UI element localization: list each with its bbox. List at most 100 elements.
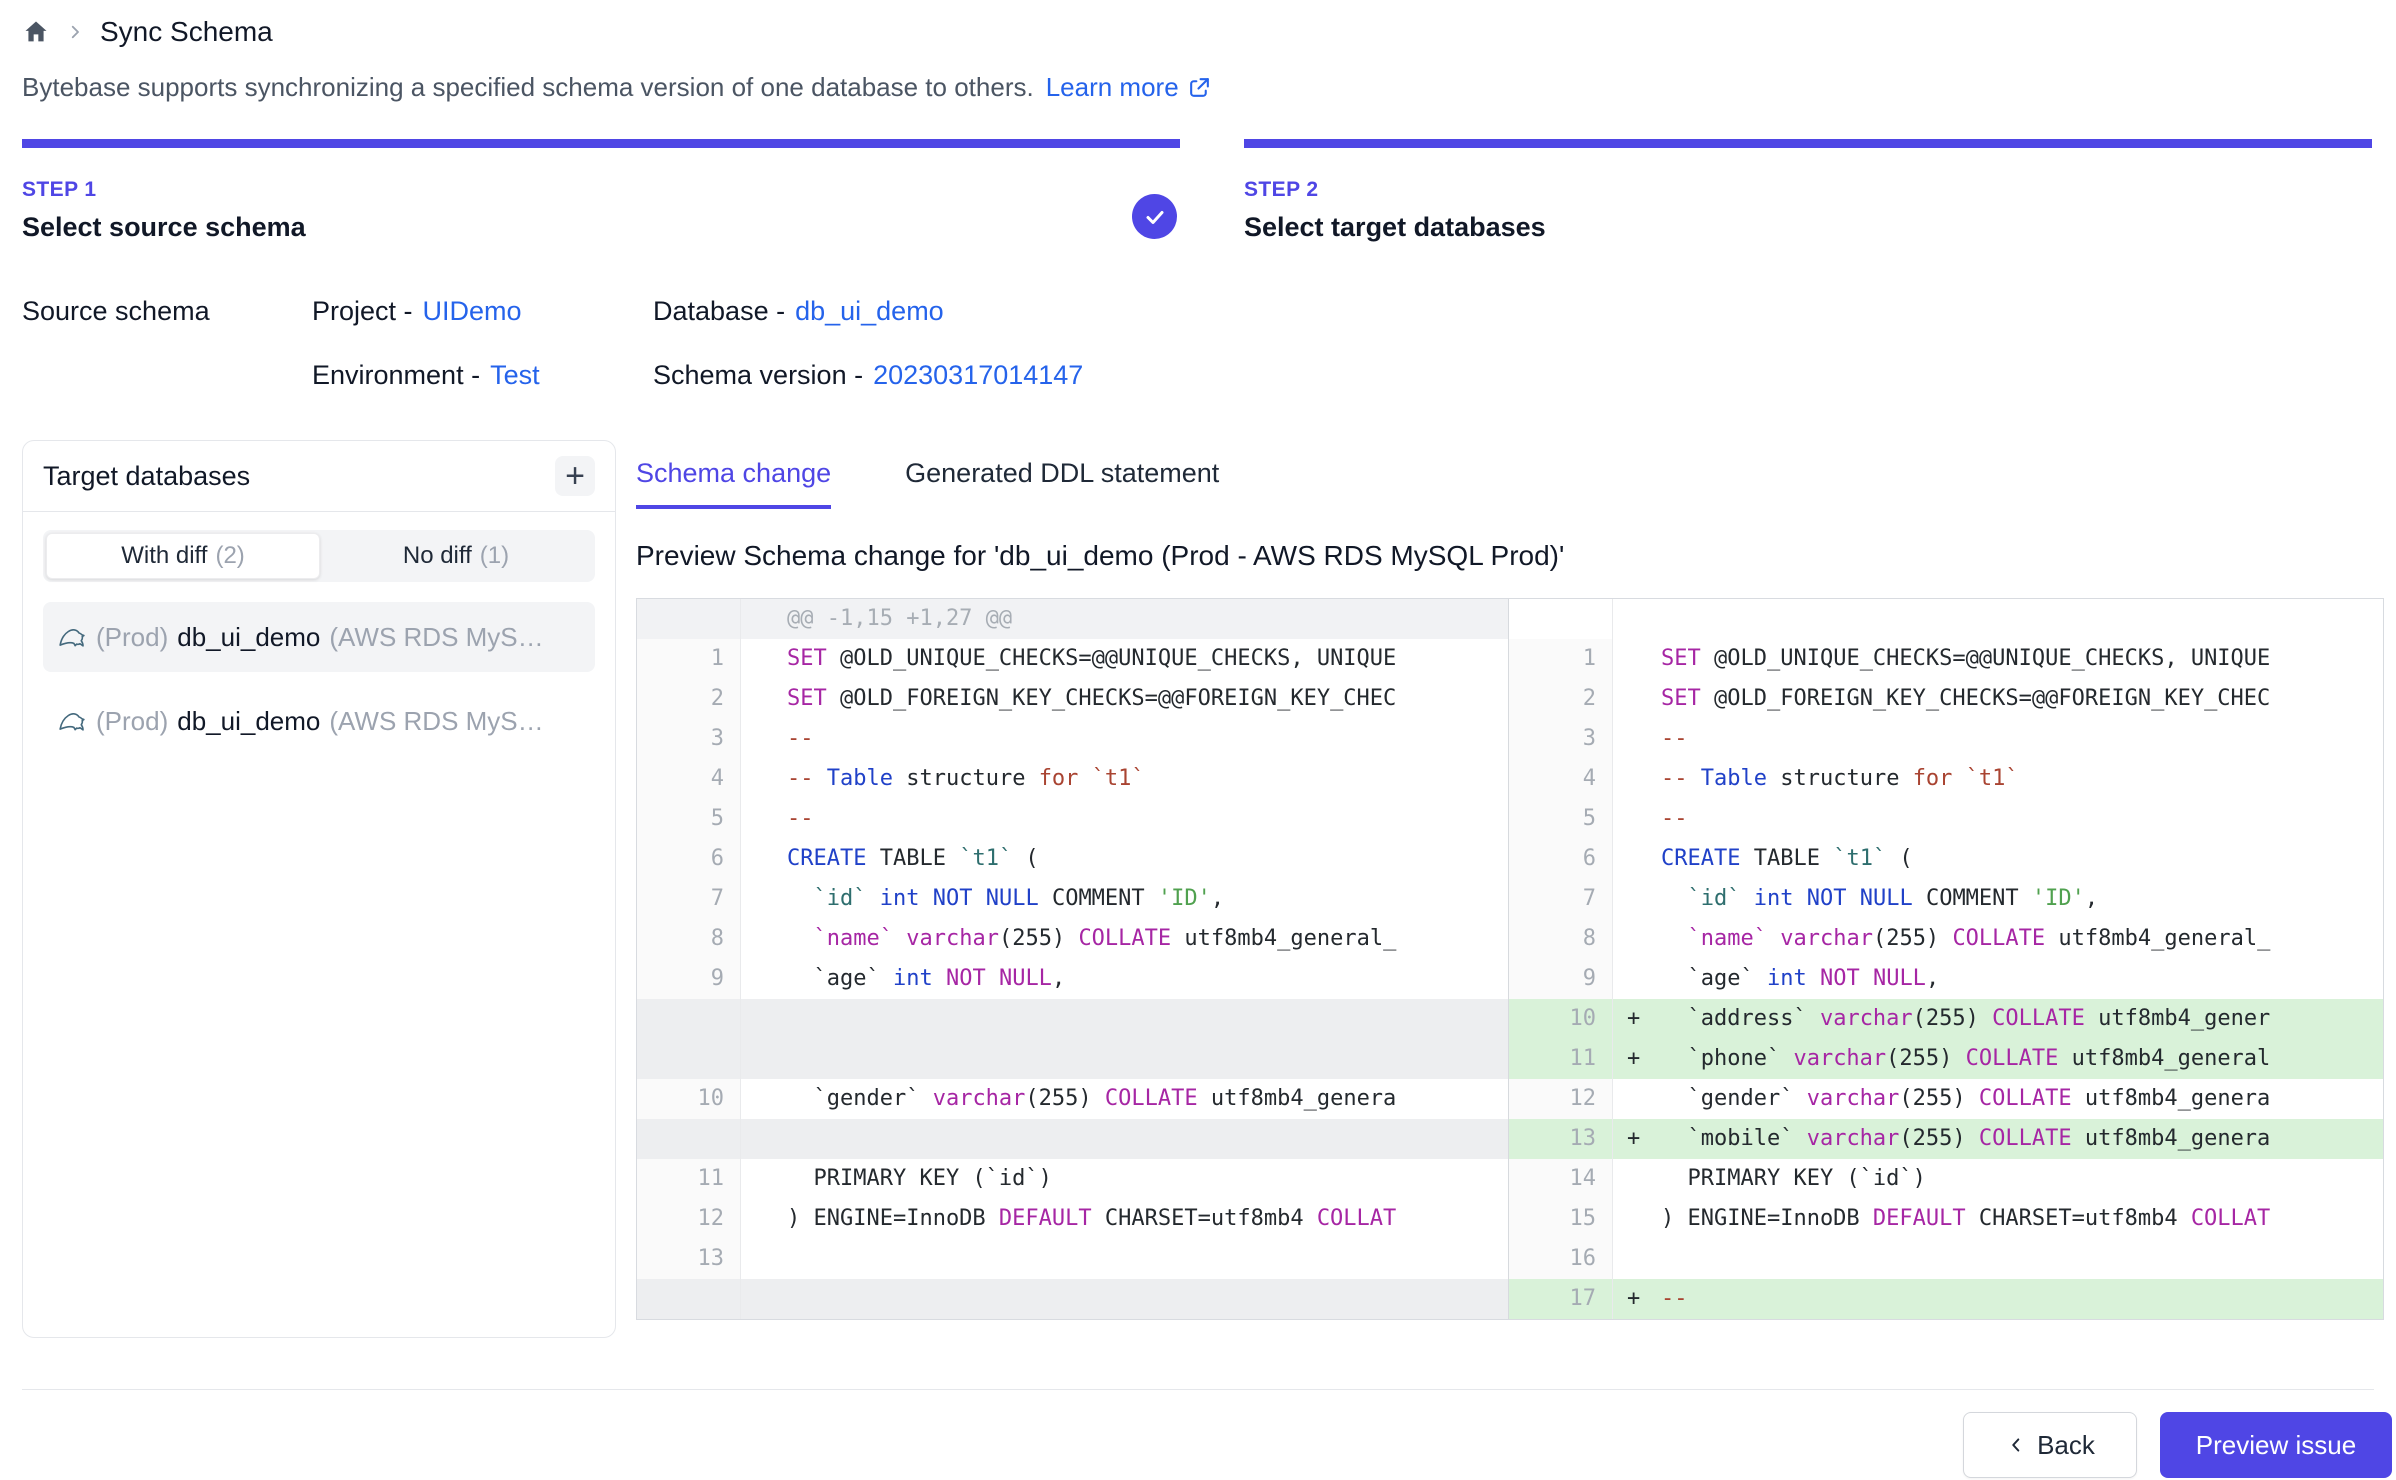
code-line: SET @OLD_FOREIGN_KEY_CHECKS=@@FOREIGN_KE… xyxy=(741,679,1509,719)
code-line xyxy=(741,1279,1509,1319)
environment-link[interactable]: Test xyxy=(490,360,540,390)
step1-progress-bar xyxy=(22,139,1180,148)
code-line: -- Table structure for `t1` xyxy=(1613,759,2383,799)
line-number: 12 xyxy=(637,1199,741,1239)
home-icon[interactable] xyxy=(22,18,50,46)
schema-version-link[interactable]: 20230317014147 xyxy=(873,360,1083,390)
learn-more-link[interactable]: Learn more xyxy=(1046,72,1212,103)
diff-row: 9 `age` int NOT NULL,9 `age` int NOT NUL… xyxy=(637,959,2383,999)
diff-row: 10+ `address` varchar(255) COLLATE utf8m… xyxy=(637,999,2383,1039)
back-button[interactable]: Back xyxy=(1963,1412,2137,1478)
diff-row: 6CREATE TABLE `t1` (6CREATE TABLE `t1` ( xyxy=(637,839,2383,879)
line-number: 3 xyxy=(1509,719,1613,759)
code-line: PRIMARY KEY (`id`) xyxy=(741,1159,1509,1199)
code-line: -- Table structure for `t1` xyxy=(741,759,1509,799)
step2-label: STEP 2 xyxy=(1244,178,1546,202)
step1-label: STEP 1 xyxy=(22,178,306,202)
code-line xyxy=(1613,1239,2383,1279)
with-diff-tab[interactable]: With diff(2) xyxy=(46,533,320,579)
diff-row: 11 PRIMARY KEY (`id`)14 PRIMARY KEY (`id… xyxy=(637,1159,2383,1199)
line-number: 8 xyxy=(637,919,741,959)
line-number: 9 xyxy=(637,959,741,999)
line-number xyxy=(637,1039,741,1079)
code-line: SET @OLD_UNIQUE_CHECKS=@@UNIQUE_CHECKS, … xyxy=(1613,639,2383,679)
line-number xyxy=(1509,599,1613,639)
line-number: 17 xyxy=(1509,1279,1613,1319)
code-line: ) ENGINE=InnoDB DEFAULT CHARSET=utf8mb4 … xyxy=(741,1199,1509,1239)
line-number: 11 xyxy=(1509,1039,1613,1079)
page-title: Sync Schema xyxy=(100,16,273,48)
project-field: Project -UIDemo xyxy=(312,296,522,327)
diff-row: 3--3-- xyxy=(637,719,2383,759)
environment-field: Environment -Test xyxy=(312,360,540,391)
line-number: 6 xyxy=(1509,839,1613,879)
diff-row: 5--5-- xyxy=(637,799,2383,839)
external-link-icon xyxy=(1187,75,1212,100)
code-line: CREATE TABLE `t1` ( xyxy=(741,839,1509,879)
back-chevron-icon xyxy=(2005,1434,2027,1456)
code-line: `age` int NOT NULL, xyxy=(1613,959,2383,999)
target-databases-panel: Target databases + With diff(2) No diff(… xyxy=(22,440,616,1338)
database-field: Database -db_ui_demo xyxy=(653,296,944,327)
diff-row: 17+-- xyxy=(637,1279,2383,1319)
diff-filter-tabs: With diff(2) No diff(1) xyxy=(43,530,595,582)
db-env-label: (Prod) xyxy=(96,622,168,653)
diff-row: 13 16 xyxy=(637,1239,2383,1279)
code-line xyxy=(741,1119,1509,1159)
line-number: 13 xyxy=(1509,1119,1613,1159)
line-number: 1 xyxy=(1509,639,1613,679)
schema-diff[interactable]: @@ -1,15 +1,27 @@1SET @OLD_UNIQUE_CHECKS… xyxy=(636,598,2384,1320)
line-number: 10 xyxy=(1509,999,1613,1039)
tab-generated-ddl[interactable]: Generated DDL statement xyxy=(905,458,1219,509)
tab-schema-change[interactable]: Schema change xyxy=(636,458,831,509)
step1-title: Select source schema xyxy=(22,212,306,243)
breadcrumb-chevron-icon xyxy=(66,23,84,41)
sync-schema-page: Sync Schema Bytebase supports synchroniz… xyxy=(0,0,2396,1480)
line-number xyxy=(637,1279,741,1319)
line-number: 15 xyxy=(1509,1199,1613,1239)
diff-row: 4-- Table structure for `t1`4-- Table st… xyxy=(637,759,2383,799)
code-line: + `phone` varchar(255) COLLATE utf8mb4_g… xyxy=(1613,1039,2383,1079)
code-line: `age` int NOT NULL, xyxy=(741,959,1509,999)
diff-row: 10 `gender` varchar(255) COLLATE utf8mb4… xyxy=(637,1079,2383,1119)
add-database-button[interactable]: + xyxy=(555,456,595,496)
page-description: Bytebase supports synchronizing a specif… xyxy=(22,72,1212,103)
target-database-item[interactable]: (Prod)db_ui_demo(AWS RDS MyS… xyxy=(43,686,595,756)
code-line: SET @OLD_UNIQUE_CHECKS=@@UNIQUE_CHECKS, … xyxy=(741,639,1509,679)
code-line: `name` varchar(255) COLLATE utf8mb4_gene… xyxy=(741,919,1509,959)
line-number: 5 xyxy=(637,799,741,839)
line-number: 5 xyxy=(1509,799,1613,839)
step-complete-check-icon xyxy=(1132,194,1177,239)
line-number: 4 xyxy=(637,759,741,799)
line-number: 2 xyxy=(1509,679,1613,719)
footer-divider xyxy=(22,1389,2374,1390)
target-database-item[interactable]: (Prod) db_ui_demo (AWS RDS MyS… xyxy=(43,602,595,672)
db-instance-label: (AWS RDS MyS… xyxy=(329,622,543,653)
preview-issue-button[interactable]: Preview issue xyxy=(2160,1412,2392,1478)
line-number: 16 xyxy=(1509,1239,1613,1279)
diff-add-marker: + xyxy=(1627,1279,1640,1319)
db-name: db_ui_demo xyxy=(177,706,320,737)
code-line: ) ENGINE=InnoDB DEFAULT CHARSET=utf8mb4 … xyxy=(1613,1199,2383,1239)
code-line xyxy=(741,1239,1509,1279)
no-diff-tab[interactable]: No diff(1) xyxy=(320,533,592,579)
line-number: 12 xyxy=(1509,1079,1613,1119)
preview-tabs: Schema change Generated DDL statement xyxy=(636,458,1219,509)
code-line: -- xyxy=(1613,799,2383,839)
target-database-list: (Prod)db_ui_demo(AWS RDS MyS…(Prod)db_ui… xyxy=(43,602,595,756)
line-number: 13 xyxy=(637,1239,741,1279)
line-number: 6 xyxy=(637,839,741,879)
database-link[interactable]: db_ui_demo xyxy=(795,296,944,326)
diff-add-marker: + xyxy=(1627,1039,1640,1079)
step2-progress-bar xyxy=(1244,139,2372,148)
diff-row: 7 `id` int NOT NULL COMMENT 'ID',7 `id` … xyxy=(637,879,2383,919)
code-line: -- xyxy=(741,719,1509,759)
target-databases-header: Target databases + xyxy=(23,441,615,512)
line-number: 11 xyxy=(637,1159,741,1199)
code-line xyxy=(741,999,1509,1039)
code-line: -- xyxy=(1613,719,2383,759)
project-link[interactable]: UIDemo xyxy=(423,296,522,326)
db-name: db_ui_demo xyxy=(177,622,320,653)
step2-title: Select target databases xyxy=(1244,212,1546,243)
db-instance-label: (AWS RDS MyS… xyxy=(329,706,543,737)
